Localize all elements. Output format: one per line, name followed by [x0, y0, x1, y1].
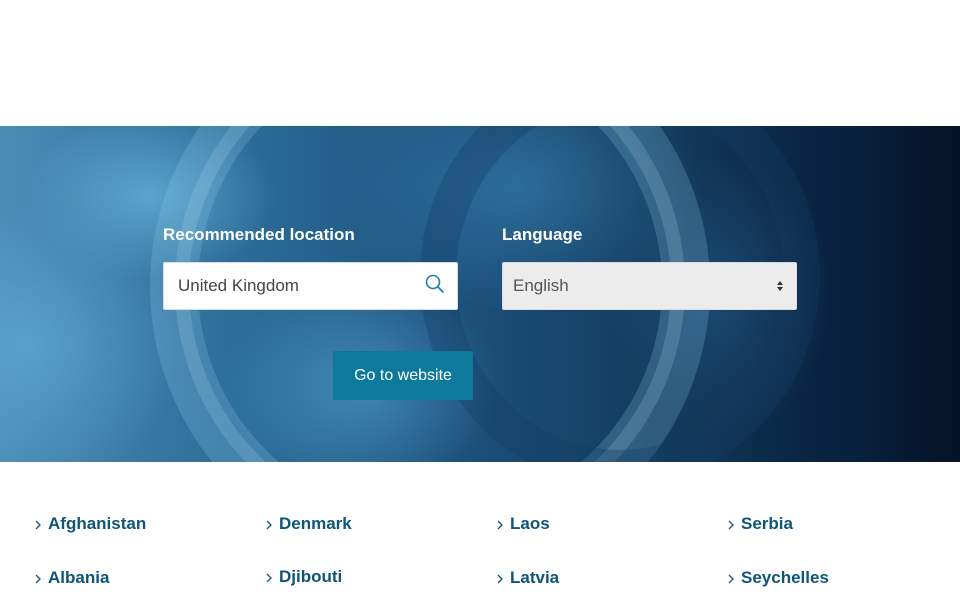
chevron-right-icon — [34, 571, 42, 585]
country-name: Latvia — [510, 568, 560, 587]
chevron-right-icon — [265, 517, 273, 531]
chevron-right-icon — [496, 517, 504, 531]
country-list: Afghanistan Albania Denmark Djibouti Lao… — [0, 462, 960, 600]
country-name: Denmark — [279, 514, 352, 533]
country-name: Djibouti — [279, 567, 343, 586]
country-link-denmark[interactable]: Denmark — [265, 514, 352, 534]
chevron-right-icon — [727, 517, 735, 531]
country-name: Albania — [48, 568, 110, 587]
chevron-right-icon — [34, 517, 42, 531]
language-label: Language — [502, 225, 583, 244]
chevron-right-icon — [265, 570, 273, 584]
country-link-djibouti[interactable]: Djibouti — [265, 567, 342, 587]
country-link-latvia[interactable]: Latvia — [496, 568, 559, 588]
country-name: Serbia — [741, 514, 793, 533]
select-arrows-icon — [776, 278, 784, 294]
country-name: Seychelles — [741, 568, 829, 587]
header-blank-area — [0, 0, 960, 126]
language-select[interactable]: English — [502, 262, 797, 310]
country-link-seychelles[interactable]: Seychelles — [727, 568, 829, 588]
location-input[interactable] — [164, 263, 414, 309]
location-label: Recommended location — [163, 225, 355, 244]
country-link-laos[interactable]: Laos — [496, 514, 550, 534]
chevron-right-icon — [496, 571, 504, 585]
location-field[interactable] — [163, 262, 458, 310]
country-name: Laos — [510, 514, 550, 533]
country-link-albania[interactable]: Albania — [34, 568, 109, 588]
country-link-serbia[interactable]: Serbia — [727, 514, 793, 534]
country-link-afghanistan[interactable]: Afghanistan — [34, 514, 146, 534]
country-name: Afghanistan — [48, 514, 147, 533]
language-selected-value: English — [513, 276, 569, 295]
chevron-right-icon — [727, 571, 735, 585]
hero-background-shade — [860, 126, 960, 462]
location-selector-hero — [0, 126, 960, 462]
go-to-website-button[interactable]: Go to website — [333, 351, 473, 400]
search-icon[interactable] — [421, 271, 449, 299]
